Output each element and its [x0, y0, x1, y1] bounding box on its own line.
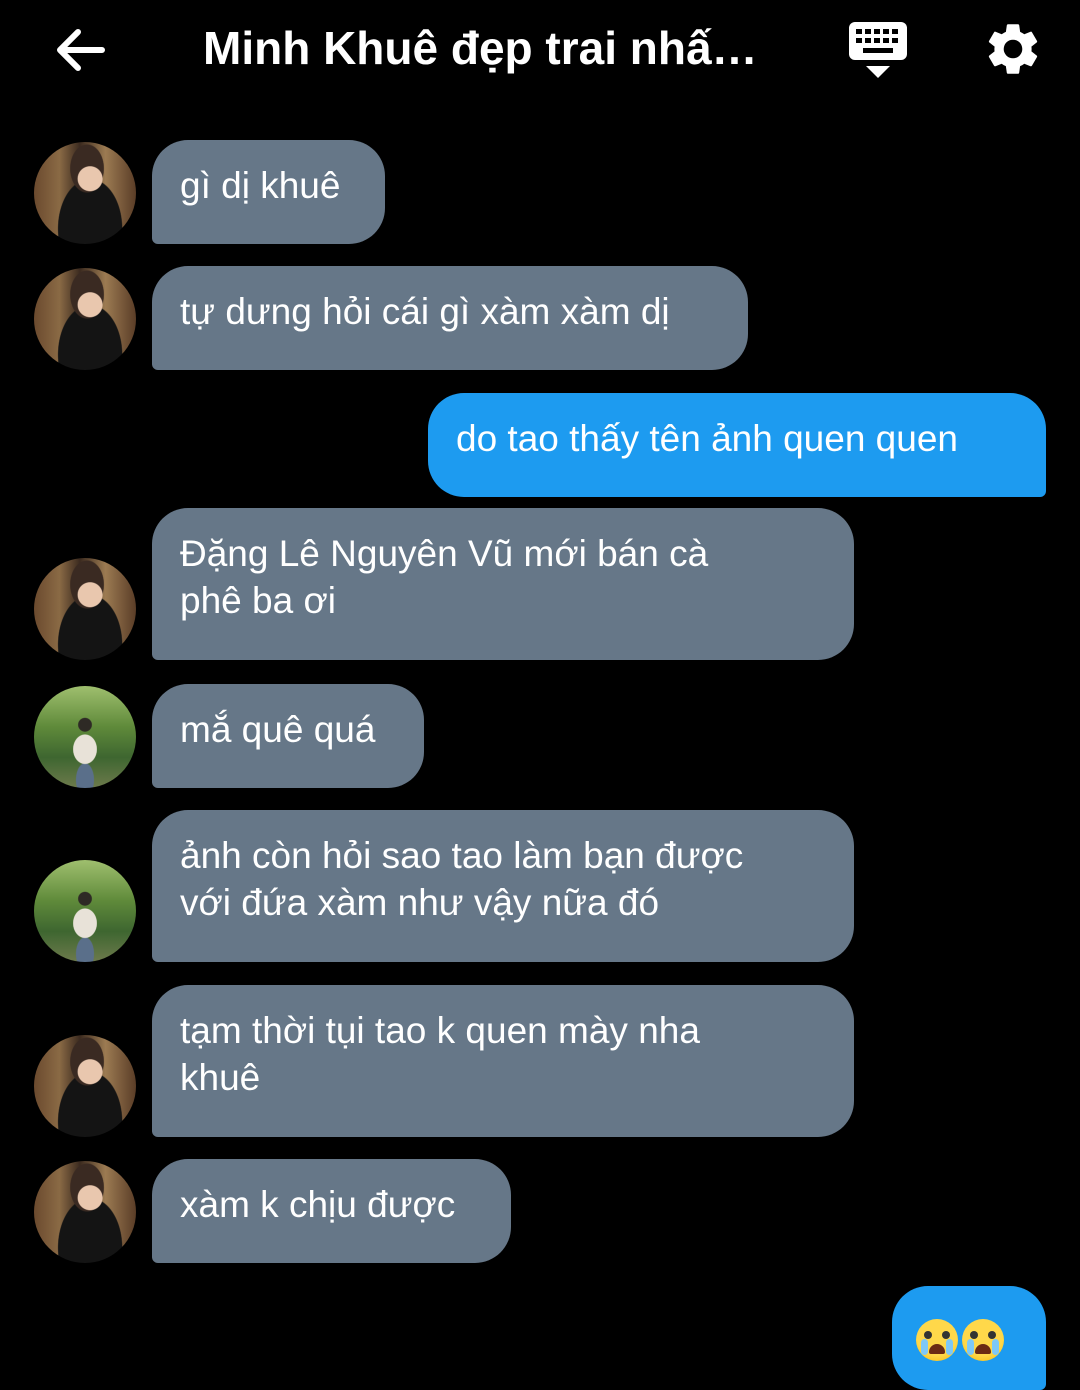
- avatar-portrait-outdoor[interactable]: [34, 686, 136, 788]
- message-bubble-incoming[interactable]: Đặng Lê Nguyên Vũ mới bán cà phê ba ơi: [152, 508, 854, 660]
- avatar-portrait-indoor[interactable]: [34, 1035, 136, 1137]
- message-text-line: với đứa xàm như vậy nữa đó: [180, 882, 660, 923]
- message-bubble-incoming[interactable]: tạm thời tụi tao k quen mày nha khuê: [152, 985, 854, 1137]
- conversation-title[interactable]: Minh Khuê đẹp trai nhấ…: [203, 16, 763, 80]
- avatar-portrait-indoor[interactable]: [34, 558, 136, 660]
- avatar-portrait-indoor[interactable]: [34, 1161, 136, 1263]
- message-bubble-outgoing[interactable]: [892, 1286, 1046, 1390]
- message-text: do tao thấy tên ảnh quen quen: [456, 418, 958, 459]
- message-text-line: tạm thời tụi tao k quen mày nha: [180, 1010, 700, 1051]
- avatar-portrait-outdoor[interactable]: [34, 860, 136, 962]
- loudly-crying-face-icon: [916, 1319, 958, 1362]
- keyboard-button[interactable]: [846, 20, 910, 82]
- message-text: xàm k chịu được: [180, 1184, 456, 1225]
- message-bubble-incoming[interactable]: gì dị khuê: [152, 140, 385, 244]
- avatar-portrait-indoor[interactable]: [34, 142, 136, 244]
- message-bubble-incoming[interactable]: mắ quê quá: [152, 684, 424, 788]
- avatar-portrait-indoor[interactable]: [34, 268, 136, 370]
- message-text: mắ quê quá: [180, 709, 376, 750]
- message-bubble-outgoing[interactable]: do tao thấy tên ảnh quen quen: [428, 393, 1046, 497]
- message-text-line: khuê: [180, 1057, 261, 1098]
- top-bar: Minh Khuê đẹp trai nhấ…: [0, 0, 1080, 100]
- arrow-left-icon: [57, 29, 105, 71]
- message-text: gì dị khuê: [180, 165, 341, 206]
- message-bubble-incoming[interactable]: tự dưng hỏi cái gì xàm xàm dị: [152, 266, 748, 370]
- message-bubble-incoming[interactable]: xàm k chịu được: [152, 1159, 511, 1263]
- message-text: tự dưng hỏi cái gì xàm xàm dị: [180, 291, 670, 332]
- gear-icon: [988, 24, 1038, 74]
- loudly-crying-face-icon: [962, 1319, 1004, 1362]
- message-bubble-incoming[interactable]: ảnh còn hỏi sao tao làm bạn được với đứa…: [152, 810, 854, 962]
- message-text-line: Đặng Lê Nguyên Vũ mới bán cà: [180, 533, 709, 574]
- keyboard-hide-icon: [849, 22, 907, 78]
- back-button[interactable]: [52, 22, 108, 78]
- settings-button[interactable]: [982, 18, 1044, 80]
- message-text-line: ảnh còn hỏi sao tao làm bạn được: [180, 835, 744, 876]
- message-text-line: phê ba ơi: [180, 580, 336, 621]
